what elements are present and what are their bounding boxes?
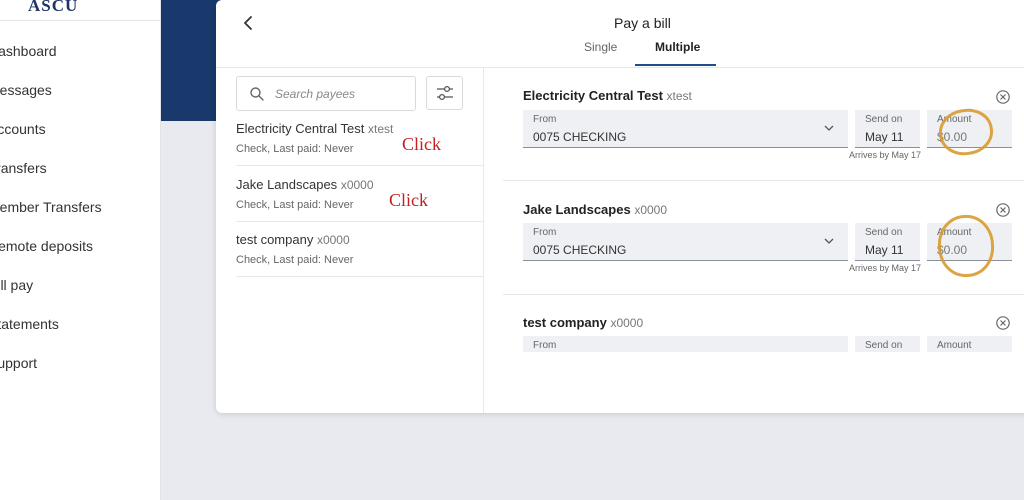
- amount-field[interactable]: Amount: [927, 336, 1012, 352]
- from-account-select[interactable]: From 0075 CHECKING: [523, 223, 848, 261]
- field-value: May 11: [865, 130, 904, 144]
- payee-item[interactable]: test company x0000 Check, Last paid: Nev…: [236, 232, 483, 288]
- chevron-down-icon: [824, 125, 834, 131]
- arrives-by-text: Arrives by May 17: [849, 150, 922, 160]
- sidebar-divider: [0, 20, 160, 21]
- payee-item[interactable]: Jake Landscapes x0000 Check, Last paid: …: [236, 177, 483, 233]
- chevron-left-icon: [244, 16, 252, 30]
- chevron-down-icon: [824, 238, 834, 244]
- payee-name-text: test company: [236, 232, 314, 247]
- click-annotation: Click: [402, 134, 441, 154]
- entry-account: x0000: [610, 316, 644, 330]
- close-circle-icon[interactable]: [995, 202, 1011, 218]
- field-value: 0075 CHECKING: [533, 243, 627, 257]
- tab-single[interactable]: Single: [584, 40, 617, 54]
- brand-logo[interactable]: ASCU: [28, 0, 78, 16]
- field-label: From: [533, 340, 557, 351]
- close-circle-icon[interactable]: [995, 315, 1011, 331]
- field-label: From: [533, 227, 557, 238]
- back-button[interactable]: [238, 12, 258, 34]
- send-on-date-field[interactable]: Send on May 11: [855, 110, 920, 148]
- field-label: Amount: [937, 114, 972, 125]
- payee-status: Check, Last paid: Never: [236, 143, 354, 155]
- entry-divider: [503, 294, 1024, 295]
- send-on-date-field[interactable]: Send on: [855, 336, 920, 352]
- payee-name: Electricity Central Test xtest: [236, 121, 393, 136]
- pay-bill-dialog: Pay a bill Single Multiple Electricity C…: [216, 0, 1024, 413]
- amount-field[interactable]: Amount: [927, 223, 1012, 261]
- list-divider: [236, 165, 483, 166]
- nav-item-statements[interactable]: Statements: [0, 316, 59, 332]
- payee-name: test company x0000: [236, 232, 350, 247]
- amount-input[interactable]: [937, 129, 997, 145]
- nav-item-transfers[interactable]: Transfers: [0, 160, 47, 176]
- entry-title: test company x0000: [523, 315, 643, 330]
- field-label: Amount: [937, 227, 972, 238]
- nav-item-bill-pay[interactable]: Bill pay: [0, 277, 33, 293]
- entry-title: Electricity Central Test xtest: [523, 88, 692, 103]
- nav-item-remote-deposits[interactable]: Remote deposits: [0, 238, 93, 254]
- payee-account: x0000: [316, 233, 350, 247]
- entry-name: Electricity Central Test: [523, 88, 663, 103]
- field-label: Send on: [865, 114, 903, 125]
- dialog-title: Pay a bill: [614, 15, 671, 31]
- from-account-select[interactable]: From: [523, 336, 848, 352]
- close-circle-icon[interactable]: [995, 89, 1011, 105]
- field-label: Send on: [865, 340, 903, 351]
- field-label: Amount: [937, 340, 972, 351]
- payee-status: Check, Last paid: Never: [236, 254, 354, 266]
- click-annotation: Click: [389, 190, 428, 210]
- field-value: May 11: [865, 243, 904, 257]
- payee-name: Jake Landscapes x0000: [236, 177, 374, 192]
- entry-name: Jake Landscapes: [523, 202, 631, 217]
- active-tab-indicator: [635, 64, 716, 66]
- entry-title: Jake Landscapes x0000: [523, 202, 667, 217]
- search-payees-input[interactable]: [275, 85, 411, 103]
- amount-input[interactable]: [937, 242, 997, 258]
- field-label: Send on: [865, 227, 903, 238]
- payee-account: xtest: [367, 122, 394, 136]
- payee-item[interactable]: Electricity Central Test xtest Check, La…: [236, 121, 483, 177]
- search-icon: [250, 87, 264, 101]
- tab-multiple[interactable]: Multiple: [655, 40, 700, 54]
- entry-account: x0000: [634, 203, 668, 217]
- payee-account: x0000: [340, 178, 374, 192]
- list-divider: [236, 221, 483, 222]
- from-account-select[interactable]: From 0075 CHECKING: [523, 110, 848, 148]
- filter-button[interactable]: [426, 76, 463, 110]
- amount-field[interactable]: Amount: [927, 110, 1012, 148]
- nav-item-dashboard[interactable]: Dashboard: [0, 43, 57, 59]
- payee-name-text: Electricity Central Test: [236, 121, 365, 136]
- nav-item-member-transfers[interactable]: Member Transfers: [0, 199, 102, 215]
- nav-item-accounts[interactable]: Accounts: [0, 121, 46, 137]
- nav-item-support[interactable]: Support: [0, 355, 37, 371]
- sliders-icon: [437, 85, 453, 101]
- entry-name: test company: [523, 315, 607, 330]
- arrives-by-text: Arrives by May 17: [849, 263, 922, 273]
- entry-account: xtest: [666, 89, 692, 103]
- payee-status: Check, Last paid: Never: [236, 199, 354, 211]
- list-divider: [236, 276, 483, 277]
- field-value: 0075 CHECKING: [533, 130, 627, 144]
- header-divider: [216, 67, 1024, 68]
- payee-name-text: Jake Landscapes: [236, 177, 338, 192]
- sidebar: ASCU Dashboard Messages Accounts Transfe…: [0, 0, 161, 500]
- column-divider: [483, 68, 484, 413]
- send-on-date-field[interactable]: Send on May 11: [855, 223, 920, 261]
- entry-divider: [503, 180, 1024, 181]
- search-box: [236, 76, 416, 111]
- nav-item-messages[interactable]: Messages: [0, 82, 52, 98]
- field-label: From: [533, 114, 557, 125]
